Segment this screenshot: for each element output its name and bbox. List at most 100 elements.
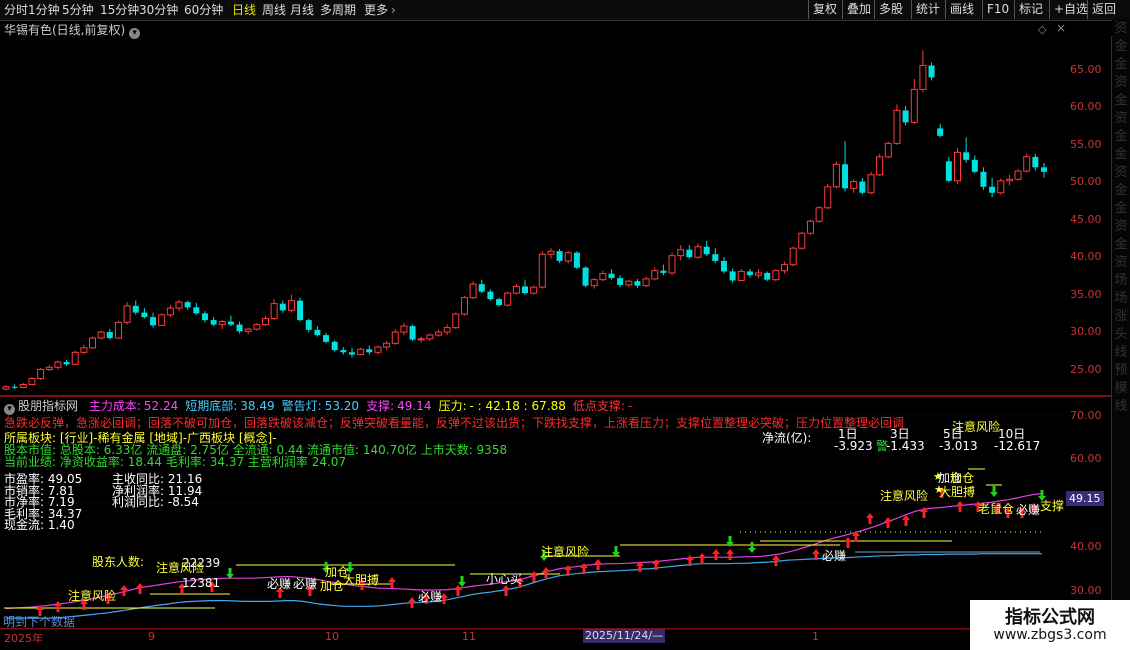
candle-body-up — [71, 351, 79, 365]
net-flow-value-2: -3.013 — [939, 439, 978, 453]
indicator-param-4: 压力: - : 42.18 : 67.88 — [438, 399, 565, 413]
indicator-tick-0: 70.00 — [1070, 408, 1102, 422]
indicator-param-value: 53.20 — [324, 399, 360, 413]
candle-body-up — [737, 270, 745, 281]
up-arrow-icon — [866, 513, 874, 524]
sidebar-char-2: 金 — [1114, 57, 1128, 72]
indicator-param-label: 压力: — [438, 399, 467, 413]
indicator-param-value: 38.49 — [240, 399, 275, 413]
sidebar-char-14: 场 — [1114, 273, 1128, 288]
candle-body-down — [141, 312, 148, 318]
candle-body-up — [954, 151, 961, 182]
candle-body-up — [45, 366, 53, 371]
signal-label-3: 必赚 — [293, 577, 318, 591]
net-flow-value-1: -1.433 — [886, 439, 925, 453]
indicator-param-3: 支撑: 49.14 — [366, 399, 431, 413]
candle-body-down — [184, 302, 191, 308]
candle-body-down — [409, 326, 416, 340]
price-tick-8: 25.00 — [1070, 362, 1102, 376]
candle-body-up — [564, 252, 572, 262]
candle-body-up — [158, 314, 166, 326]
candle-body-up — [1023, 156, 1031, 172]
warning-line: 急跌必反弹，急涨必回调；回落不破可加仓，回落跌破该减仓；反弹突破看量能，反弹不过… — [4, 416, 905, 430]
candle-body-down — [132, 305, 139, 313]
indicator-param-value: - — [627, 399, 633, 413]
sidebar-char-13: 资 — [1114, 255, 1128, 270]
candle-body-down — [859, 181, 866, 193]
candle-body-up — [755, 272, 763, 276]
candle-body-up — [19, 384, 27, 389]
up-arrow-icon — [902, 515, 910, 526]
sidebar-char-9: 金 — [1114, 183, 1128, 198]
chevron-down-icon[interactable]: ▾ — [4, 404, 15, 415]
sidebar-char-6: 金 — [1114, 129, 1128, 144]
signal-label-2: 必赚 — [267, 577, 292, 591]
candle-body-down — [746, 271, 753, 276]
performance-info: 当前业绩: 净资收益率: 18.44 毛利率: 34.37 主营利润率 24.0… — [4, 455, 347, 469]
signal-label-8: 小心买 — [486, 572, 523, 586]
candle-body-down — [686, 249, 693, 258]
candle-body-down — [971, 159, 978, 172]
signal-label-0: 注意风险 — [68, 589, 117, 603]
sidebar-char-21: 线 — [1114, 399, 1128, 414]
candle-body-down — [928, 65, 935, 78]
candle-body-down — [11, 386, 18, 388]
sidebar-char-11: 资 — [1114, 219, 1128, 234]
bottom-left-text: 明到下个数据 — [3, 615, 76, 629]
date-label-4: 1 — [812, 630, 819, 643]
sidebar-char-19: 预 — [1114, 363, 1128, 378]
up-arrow-icon — [698, 553, 706, 564]
candle-body-up — [504, 292, 512, 306]
candle-body-down — [617, 278, 624, 285]
candle-body-down — [496, 299, 503, 306]
candle-body-down — [63, 362, 70, 365]
candle-body-down — [340, 350, 347, 353]
candle-body-down — [314, 329, 321, 336]
indicator-param-label: 短期底部: — [185, 399, 238, 413]
candle-body-up — [97, 331, 105, 339]
indicator-param-0: 主力成本: 52.24 — [89, 399, 178, 413]
candle-body-up — [512, 285, 520, 294]
candle-body-down — [556, 251, 563, 261]
indicator-param-2: 警告灯: 53.20 — [282, 399, 359, 413]
date-cursor: 2025/11/24/— — [583, 629, 666, 643]
price-chart[interactable]: ★★ — [0, 0, 1112, 630]
candle-body-up — [28, 378, 36, 386]
candle-body-down — [210, 320, 217, 325]
signal-label-17: 老鼠仓 — [978, 502, 1015, 516]
candle-body-down — [980, 171, 987, 187]
indicator-tick-3: 40.00 — [1070, 540, 1102, 554]
candle-body-up — [789, 247, 797, 266]
down-arrow-icon — [612, 546, 620, 557]
candle-body-down — [842, 164, 849, 189]
candle-body-up — [876, 156, 884, 176]
sidebar-char-3: 资 — [1114, 75, 1128, 90]
price-tick-1: 60.00 — [1070, 100, 1102, 114]
down-arrow-icon — [990, 486, 998, 497]
candle-body-down — [608, 273, 615, 279]
shareholders-label: 股东人数: — [92, 555, 145, 569]
candle-body-up — [166, 307, 174, 316]
price-tick-0: 65.00 — [1070, 62, 1102, 76]
candle-body-up — [1005, 178, 1013, 182]
candle-body-up — [530, 286, 538, 294]
candle-body-down — [1041, 167, 1047, 172]
candle-body-down — [764, 272, 771, 280]
indicator-tick-4: 30.00 — [1070, 583, 1102, 597]
candle-body-up — [54, 361, 62, 368]
candle-body-up — [893, 109, 901, 144]
candle-body-up — [806, 220, 814, 234]
candle-body-up — [781, 264, 788, 272]
candle-body-down — [366, 349, 373, 353]
candle-body-up — [832, 163, 840, 188]
date-label-0: 2025年 — [4, 632, 43, 645]
candle-body-down — [297, 300, 304, 321]
candle-body-up — [668, 255, 676, 274]
candle-body-up — [625, 280, 633, 286]
candle-body-down — [1032, 156, 1039, 168]
indicator-param-value: 52.24 — [143, 399, 179, 413]
indicator-param-value: - : 42.18 : 67.88 — [469, 399, 566, 413]
right-sidebar[interactable]: 资金金资金资金金资金金资金资场场涨头线预模线 — [1112, 20, 1130, 650]
candle-body-up — [218, 321, 226, 326]
watermark-url: www.zbgs3.com — [993, 627, 1107, 643]
